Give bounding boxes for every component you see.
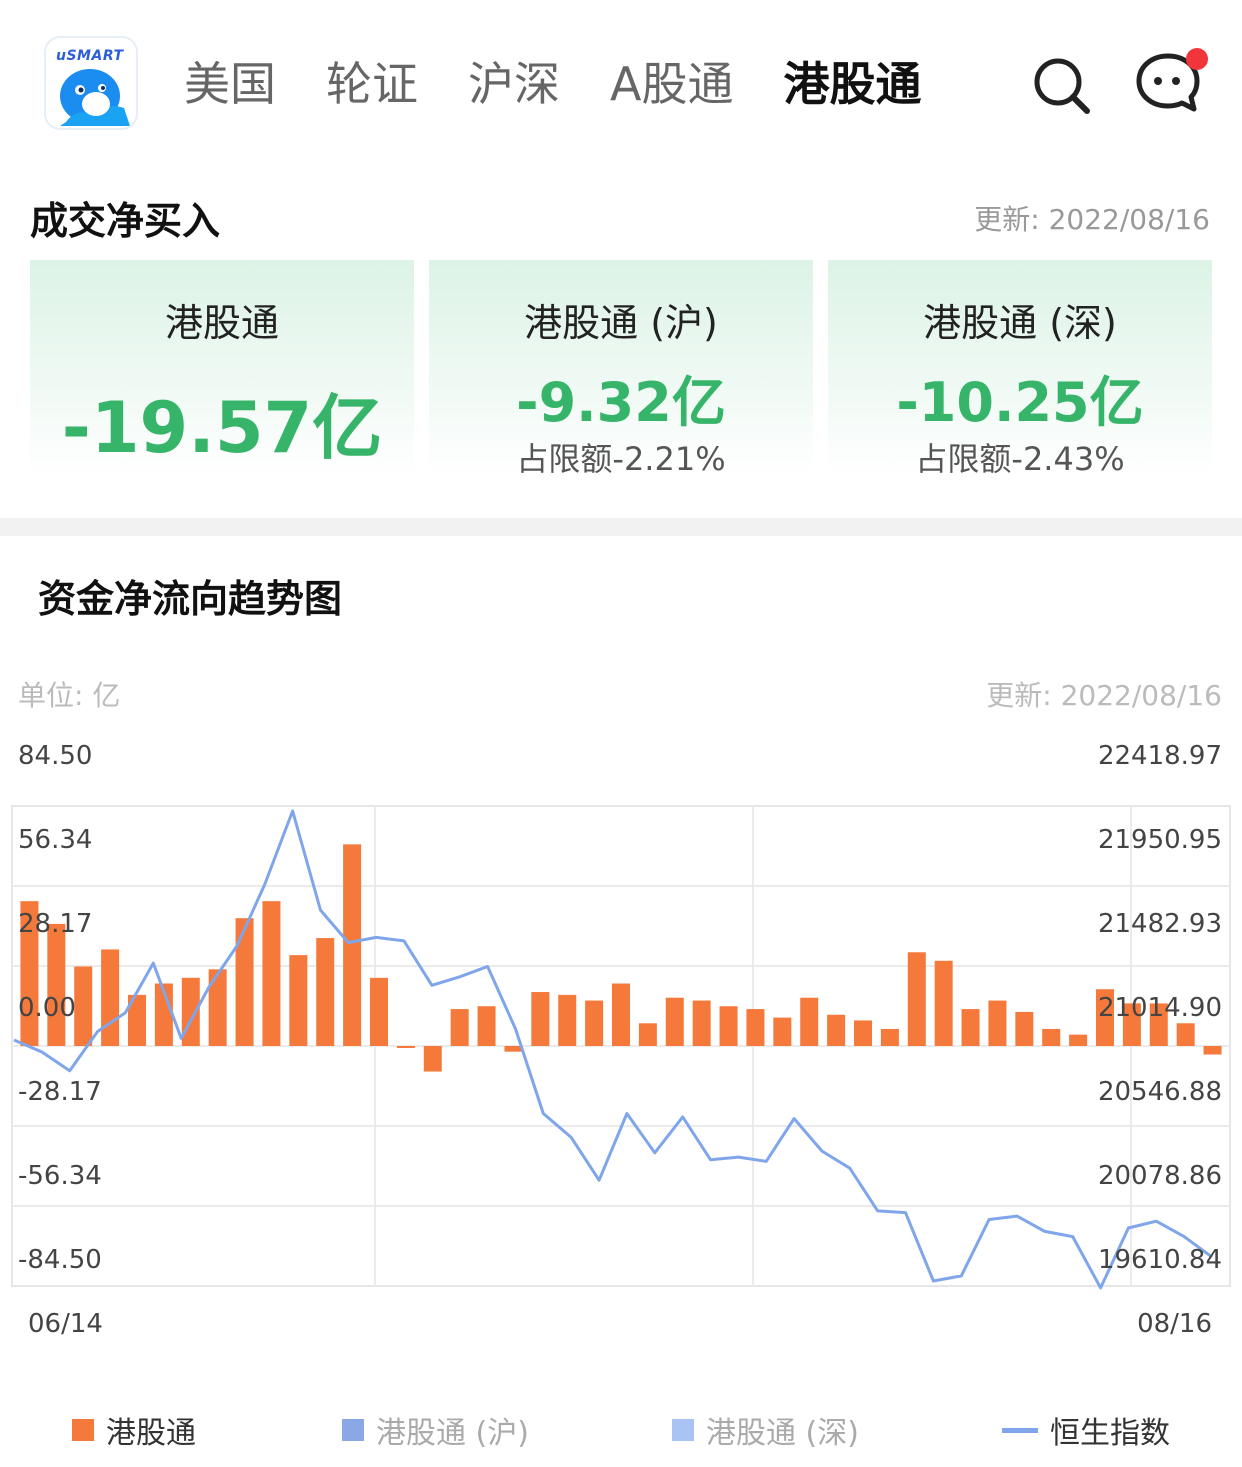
bar-hk-connect (423, 1046, 442, 1072)
chart-legend: 港股通 港股通 (沪) 港股通 (深) 恒生指数 (0, 1408, 1242, 1454)
card-hk-connect[interactable]: 港股通 -19.57亿 (30, 260, 414, 476)
legend-label: 港股通 (深) (706, 1416, 859, 1451)
bar-hk-connect (396, 1046, 415, 1048)
net-buy-update-time: 更新: 2022/08/16 (974, 203, 1210, 236)
bar-hk-connect (531, 992, 550, 1046)
legend-swatch (72, 1419, 94, 1441)
card-label: 港股通 (深) (923, 301, 1117, 345)
bar-hk-connect (988, 1000, 1007, 1046)
tab-us[interactable]: 美国 (184, 52, 276, 116)
bar-hk-connect (719, 1006, 738, 1046)
x-axis-end-label: 08/16 (1137, 1309, 1212, 1339)
card-hk-connect-shanghai[interactable]: 港股通 (沪) -9.32亿 占限额-2.21% (429, 260, 813, 478)
right-axis-tick: 22418.97 (1098, 741, 1222, 771)
right-axis-tick: 21014.90 (1098, 993, 1222, 1023)
search-icon (1034, 58, 1090, 114)
bar-hk-connect (289, 955, 308, 1046)
legend-swatch (342, 1419, 364, 1441)
bar-hk-connect (827, 1014, 846, 1046)
bar-hk-connect (773, 1017, 792, 1046)
legend-label: 恒生指数 (1050, 1416, 1170, 1451)
bar-hk-connect (316, 938, 335, 1046)
tab-warrants[interactable]: 轮证 (326, 52, 418, 116)
bar-hk-connect (961, 1009, 980, 1046)
bar-hk-connect (235, 918, 254, 1046)
tab-a-share-connect[interactable]: A股通 (610, 52, 733, 116)
top-navigation: uSMART 美国 轮证 沪深 A股通 港股通 (0, 0, 1242, 160)
net-flow-trend-chart: 单位: 亿 更新: 2022/08/16 84.50 56.34 28.17 0.00… (11, 679, 1231, 1339)
bar-hk-connect (208, 969, 227, 1046)
left-axis-tick: -56.34 (18, 1161, 102, 1191)
bar-hk-connect (854, 1020, 872, 1046)
left-axis-tick: 28.17 (18, 909, 92, 939)
bar-hk-connect (370, 977, 388, 1046)
legend-label: 港股通 (106, 1416, 196, 1451)
left-axis-tick: -28.17 (18, 1077, 102, 1107)
bar-hk-connect (746, 1009, 765, 1046)
legend-item-hk-connect-shenzhen[interactable]: 港股通 (深) (672, 1408, 859, 1452)
bar-hk-connect (1042, 1028, 1061, 1046)
bar-hk-connect (101, 949, 120, 1046)
legend-swatch (672, 1419, 694, 1441)
bar-hk-connect (585, 1000, 604, 1046)
right-axis-tick: 19610.84 (1098, 1245, 1222, 1275)
net-buy-title: 成交净买入 (30, 199, 221, 243)
bar-hk-connect (692, 1000, 711, 1046)
bar-hk-connect (47, 923, 66, 1046)
bar-hk-connect (1069, 1034, 1088, 1046)
market-tabs: 美国 轮证 沪深 A股通 港股通 (184, 52, 971, 116)
left-axis-tick: 56.34 (18, 825, 92, 855)
bar-hk-connect (1176, 1023, 1195, 1046)
trend-title: 资金净流向趋势图 (38, 577, 343, 621)
bar-hk-connect (907, 952, 926, 1046)
right-axis-tick: 21482.93 (1098, 909, 1222, 939)
bar-hk-connect (1203, 1046, 1222, 1055)
bar-hk-connect (558, 994, 577, 1046)
bar-hk-connect (934, 960, 953, 1046)
bar-hk-connect (612, 983, 630, 1046)
tab-hk-connect[interactable]: 港股通 (783, 52, 921, 116)
bar-hk-connect (800, 997, 819, 1046)
right-axis-tick: 21950.95 (1098, 825, 1222, 855)
card-label: 港股通 (沪) (524, 301, 718, 345)
logo-text: uSMART (56, 48, 124, 64)
card-value: -9.32亿 (516, 371, 726, 434)
bar-hk-connect (638, 1023, 657, 1046)
legend-item-hk-connect[interactable]: 港股通 (72, 1408, 196, 1452)
left-axis-tick: 84.50 (18, 741, 92, 771)
legend-item-hk-connect-shanghai[interactable]: 港股通 (沪) (342, 1408, 529, 1452)
bar-hk-connect (74, 966, 93, 1046)
legend-line (1002, 1427, 1038, 1433)
bar-hk-connect (343, 844, 362, 1046)
dolphin-mascot-icon (60, 69, 130, 126)
bar-hk-connect (665, 997, 684, 1046)
card-label: 港股通 (164, 301, 279, 345)
bar-hk-connect (450, 1009, 469, 1046)
bar-hk-connect (880, 1028, 899, 1046)
card-ratio: 占限额-2.43% (915, 440, 1125, 478)
bar-hk-connect (1015, 1011, 1034, 1046)
search-button[interactable] (1030, 54, 1092, 116)
card-value: -10.25亿 (896, 371, 1144, 434)
right-axis-tick: 20078.86 (1098, 1161, 1222, 1191)
line-hang-seng-index (13, 809, 1213, 1290)
card-hk-connect-shenzhen[interactable]: 港股通 (深) -10.25亿 占限额-2.43% (828, 260, 1212, 478)
chart-update-time: 更新: 2022/08/16 (986, 679, 1222, 712)
card-ratio: 占限额-2.21% (516, 440, 726, 478)
section-divider (0, 518, 1242, 536)
tab-shanghai-shenzhen[interactable]: 沪深 (468, 52, 560, 116)
notification-dot (1186, 48, 1208, 70)
x-axis-start-label: 06/14 (28, 1309, 103, 1339)
right-axis-tick: 20546.88 (1098, 1077, 1222, 1107)
legend-label: 港股通 (沪) (376, 1416, 529, 1451)
legend-item-hang-seng-index[interactable]: 恒生指数 (1002, 1408, 1170, 1452)
left-axis-tick: 0.00 (18, 993, 76, 1023)
bar-hk-connect (504, 1046, 523, 1052)
bar-hk-connect (477, 1006, 496, 1046)
bar-hk-connect (262, 901, 281, 1046)
app-logo[interactable]: uSMART (46, 38, 136, 128)
card-value: -19.57亿 (61, 387, 383, 469)
left-axis-tick: -84.50 (18, 1245, 102, 1275)
unit-label: 单位: 亿 (18, 679, 120, 712)
